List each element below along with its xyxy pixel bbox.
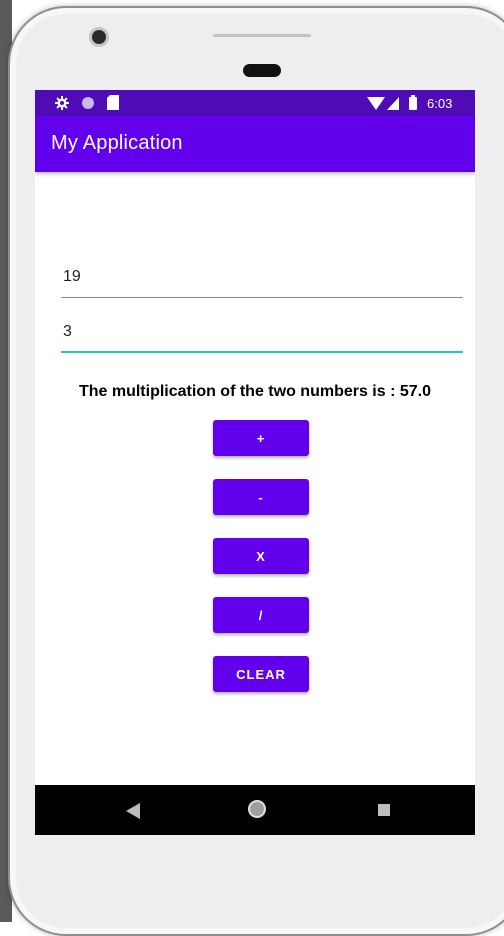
- speaker-grille: [213, 34, 311, 37]
- clear-button[interactable]: CLEAR: [213, 656, 309, 692]
- first-number-value: 19: [63, 268, 81, 285]
- earpiece: [243, 64, 281, 77]
- signal-icon: [387, 97, 399, 110]
- second-number-field[interactable]: 3: [61, 317, 463, 353]
- first-number-field[interactable]: 19: [61, 262, 463, 298]
- recents-icon[interactable]: [378, 804, 390, 816]
- field-underline: [61, 297, 463, 298]
- subtract-button[interactable]: -: [213, 479, 309, 515]
- circle-icon: [82, 97, 94, 109]
- device-screen: 6:03 My Application 19 3 The multiplicat…: [35, 90, 475, 835]
- home-icon[interactable]: [247, 799, 267, 819]
- multiply-button[interactable]: X: [213, 538, 309, 574]
- wifi-icon: [367, 97, 385, 110]
- result-text: The multiplication of the two numbers is…: [78, 383, 432, 400]
- add-button[interactable]: +: [213, 420, 309, 456]
- back-icon[interactable]: [126, 803, 140, 819]
- field-underline-focused: [61, 351, 463, 353]
- status-time: 6:03: [427, 96, 453, 111]
- divide-button[interactable]: /: [213, 597, 309, 633]
- gear-icon: [55, 96, 69, 110]
- app-bar: My Application: [35, 116, 475, 172]
- sd-card-icon: [107, 95, 119, 110]
- front-camera: [89, 27, 109, 47]
- navigation-bar: [35, 785, 475, 835]
- second-number-value: 3: [63, 323, 72, 340]
- battery-icon: [409, 95, 417, 110]
- app-title: My Application: [51, 132, 183, 154]
- status-bar: 6:03: [35, 90, 475, 116]
